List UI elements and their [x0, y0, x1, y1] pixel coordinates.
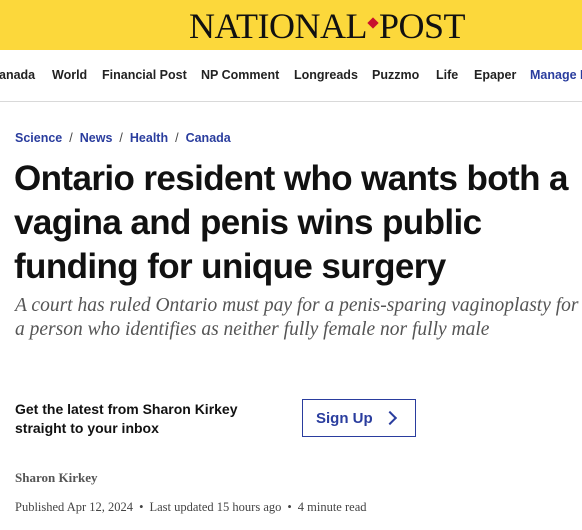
nav-item-longreads[interactable]: Longreads — [294, 68, 358, 83]
chevron-right-icon — [382, 410, 398, 426]
main-nav: anada World Financial Post NP Comment Lo… — [0, 50, 582, 102]
national-post-logo[interactable]: NATIONAL POST — [189, 6, 466, 46]
breadcrumb-item-canada[interactable]: Canada — [186, 131, 231, 145]
meta-separator: • — [139, 500, 144, 514]
nav-item-manage-print[interactable]: Manage P — [530, 68, 582, 83]
nav-item-epaper[interactable]: Epaper — [474, 68, 516, 83]
article-meta: Published Apr 12, 2024 • Last updated 15 h… — [15, 499, 367, 515]
maple-leaf-icon — [367, 17, 379, 29]
nav-item-life[interactable]: Life — [436, 68, 458, 83]
logo-text-national: NATIONAL — [189, 6, 367, 46]
read-time: 4 minute read — [297, 500, 367, 514]
breadcrumb-item-news[interactable]: News — [80, 131, 113, 145]
meta-separator: • — [287, 500, 292, 514]
masthead: NATIONAL POST — [0, 0, 582, 50]
logo-text-post: POST — [378, 6, 466, 46]
newsletter-promo-line: straight to your inbox — [15, 420, 159, 436]
breadcrumb-separator: / — [119, 131, 123, 145]
breadcrumb-item-science[interactable]: Science — [15, 131, 62, 145]
sign-up-label: Sign Up — [316, 410, 373, 427]
article-dek: A court has ruled Ontario must pay for a… — [15, 295, 579, 340]
breadcrumb: Science / News / Health / Canada — [15, 131, 231, 146]
last-updated: Last updated 15 hours ago — [149, 500, 282, 514]
published-date: Published Apr 12, 2024 — [15, 500, 134, 514]
nav-item-financial-post[interactable]: Financial Post — [102, 68, 187, 83]
breadcrumb-item-health[interactable]: Health — [130, 131, 168, 145]
breadcrumb-separator: / — [69, 131, 73, 145]
nav-item-puzzmo[interactable]: Puzzmo — [372, 68, 419, 83]
breadcrumb-separator: / — [175, 131, 179, 145]
author-name[interactable]: Sharon Kirkey — [15, 470, 97, 486]
nav-item-world[interactable]: World — [52, 68, 87, 83]
sign-up-button[interactable]: Sign Up — [302, 399, 416, 437]
nav-item-np-comment[interactable]: NP Comment — [201, 68, 279, 83]
newsletter-promo-line: Get the latest from Sharon Kirkey — [15, 401, 238, 417]
newsletter-promo: Get the latest from Sharon Kirkey straig… — [15, 400, 275, 438]
nav-item-canada[interactable]: anada — [0, 68, 35, 83]
article-headline: Ontario resident who wants both a vagina… — [14, 159, 568, 286]
